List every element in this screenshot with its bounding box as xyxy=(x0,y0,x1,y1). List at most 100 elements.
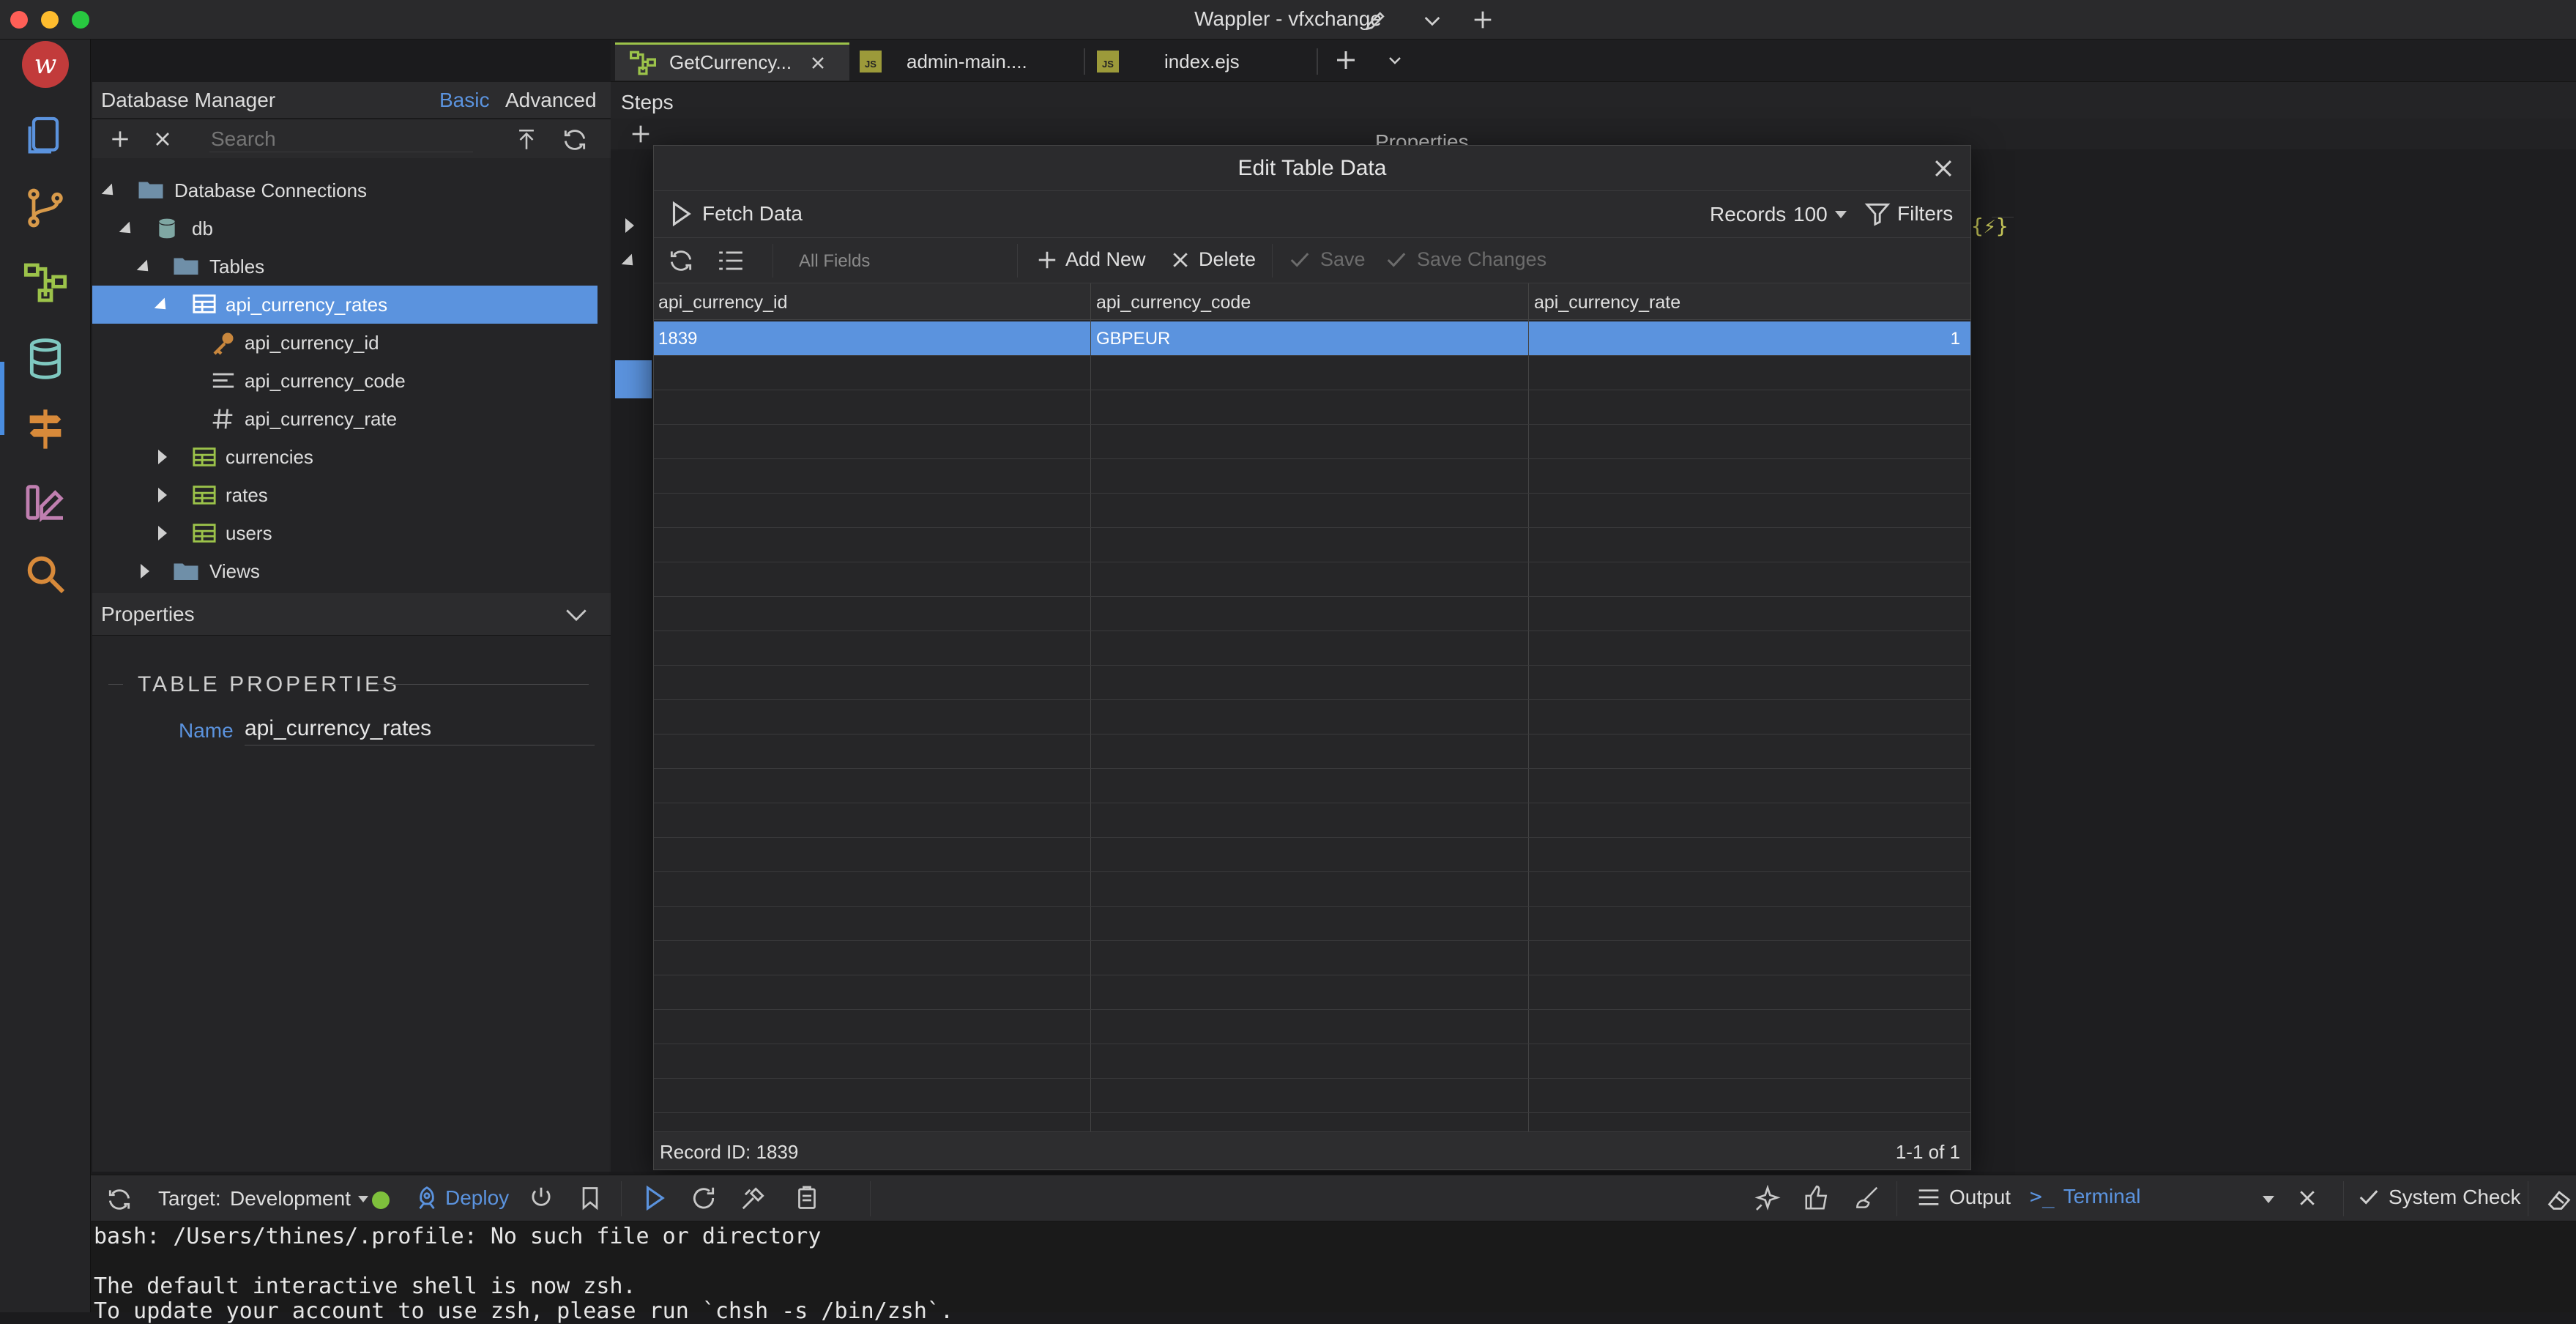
output-tab[interactable]: Output xyxy=(1917,1186,2011,1209)
js-file-icon: JS xyxy=(1097,51,1119,72)
add-new-button[interactable]: Add New xyxy=(1036,248,1146,271)
tree-item-field-id[interactable]: api_currency_id xyxy=(92,324,598,362)
restart-icon[interactable] xyxy=(690,1184,718,1212)
expanded-arrow-icon[interactable] xyxy=(154,297,171,315)
tree-item-currencies[interactable]: currencies xyxy=(92,438,598,476)
close-tab-icon[interactable] xyxy=(809,54,827,72)
target-select[interactable]: Development xyxy=(230,1187,368,1210)
tree-item-field-code[interactable]: api_currency_code xyxy=(92,362,598,400)
ai-sparkle-icon[interactable] xyxy=(1753,1184,1782,1213)
menu-lines-icon xyxy=(1918,1189,1939,1205)
wappler-logo-icon[interactable]: w xyxy=(22,41,69,88)
column-header[interactable]: api_currency_rate xyxy=(1534,292,1680,313)
routing-signpost-icon[interactable] xyxy=(22,406,69,453)
collapsed-arrow-icon[interactable] xyxy=(141,564,149,579)
brush-icon[interactable] xyxy=(1853,1184,1880,1212)
dialog-title: Edit Table Data xyxy=(1237,156,1387,180)
row-separator xyxy=(654,837,1970,838)
tab-getcurrency[interactable]: GetCurrency... xyxy=(615,42,849,81)
run-icon[interactable] xyxy=(641,1184,668,1212)
tree-item-rates[interactable]: rates xyxy=(92,476,598,514)
git-branch-icon[interactable] xyxy=(22,185,69,231)
terminal-tab[interactable]: >_ Terminal xyxy=(2030,1184,2141,1208)
records-select[interactable]: 100 xyxy=(1793,203,1847,226)
collapsed-arrow-icon[interactable] xyxy=(158,450,167,464)
tree-item-db[interactable]: db xyxy=(92,209,598,248)
tab-admin-main[interactable]: JS admin-main.... xyxy=(860,42,1079,81)
refresh-target-icon[interactable] xyxy=(105,1186,133,1213)
server-connect-icon[interactable] xyxy=(22,259,69,306)
save-button[interactable]: Save xyxy=(1288,248,1366,271)
design-tools-icon[interactable] xyxy=(22,479,69,526)
chevron-down-icon[interactable] xyxy=(564,603,589,625)
table-row[interactable]: 1839 GBPEUR 1 xyxy=(654,321,1970,355)
expanded-arrow-icon[interactable] xyxy=(136,259,154,277)
refresh-grid-icon[interactable] xyxy=(667,247,695,275)
save-changes-button[interactable]: Save Changes xyxy=(1385,248,1546,271)
system-check-button[interactable]: System Check xyxy=(2358,1186,2521,1209)
properties-header[interactable]: Properties xyxy=(92,593,611,636)
collapsed-arrow-icon[interactable] xyxy=(625,218,634,233)
add-step-icon[interactable] xyxy=(628,122,653,146)
cell-code[interactable]: GBPEUR xyxy=(1096,329,1170,349)
tree-item-field-rate[interactable]: api_currency_rate xyxy=(92,400,598,438)
folder-open-icon xyxy=(173,255,199,277)
refresh-icon[interactable] xyxy=(561,126,589,154)
tab-index-ejs[interactable]: JS index.ejs xyxy=(1097,42,1317,81)
tab-list-chevron-icon[interactable] xyxy=(1385,51,1404,69)
expanded-arrow-icon[interactable] xyxy=(621,253,639,271)
flow-icon xyxy=(628,50,658,76)
grid-header-row: api_currency_id api_currency_code api_cu… xyxy=(654,283,1970,320)
cell-id[interactable]: 1839 xyxy=(658,329,697,349)
step-selection[interactable] xyxy=(615,360,652,398)
terminal-label: Terminal xyxy=(2063,1184,2141,1208)
eraser-icon[interactable] xyxy=(2545,1186,2573,1212)
toolbar-divider xyxy=(621,1181,622,1216)
clipboard-icon[interactable] xyxy=(794,1184,820,1212)
mode-advanced-tab[interactable]: Advanced xyxy=(505,89,597,112)
check-icon xyxy=(1290,252,1309,267)
column-header[interactable]: api_currency_code xyxy=(1096,292,1251,313)
thumbs-up-icon[interactable] xyxy=(1803,1184,1831,1212)
tree-item-views[interactable]: Views xyxy=(92,552,598,590)
tree-item-users[interactable]: users xyxy=(92,514,598,552)
primary-key-icon xyxy=(209,330,237,356)
mode-basic-tab[interactable]: Basic xyxy=(439,89,489,112)
expanded-arrow-icon[interactable] xyxy=(101,183,119,201)
tree-item-selected-table[interactable]: api_currency_rates xyxy=(92,286,598,324)
column-header[interactable]: api_currency_id xyxy=(658,292,788,313)
tree-item-database-connections[interactable]: Database Connections xyxy=(92,171,598,209)
expanded-arrow-icon[interactable] xyxy=(119,221,136,239)
remove-connection-icon[interactable] xyxy=(151,127,174,151)
close-dialog-icon[interactable] xyxy=(1931,156,1956,181)
edit-title-icon[interactable] xyxy=(1363,8,1388,33)
search-input[interactable] xyxy=(209,126,473,152)
add-window-icon[interactable] xyxy=(1470,7,1495,32)
build-tools-icon[interactable] xyxy=(740,1184,767,1212)
files-icon[interactable] xyxy=(22,113,69,160)
add-connection-icon[interactable] xyxy=(108,127,132,151)
collapse-all-icon[interactable] xyxy=(514,127,539,152)
database-icon[interactable] xyxy=(22,335,69,382)
close-terminal-icon[interactable] xyxy=(2296,1187,2318,1209)
tree-item-tables[interactable]: Tables xyxy=(92,248,598,286)
collapsed-arrow-icon[interactable] xyxy=(158,526,167,540)
column-list-icon[interactable] xyxy=(717,248,745,273)
search-icon[interactable] xyxy=(22,551,69,598)
terminal-dropdown-caret-icon[interactable] xyxy=(2263,1196,2274,1203)
fetch-data-button[interactable]: Fetch Data xyxy=(669,200,803,228)
chevron-down-icon[interactable] xyxy=(1421,9,1444,32)
terminal-output[interactable]: bash: /Users/thines/.profile: No such fi… xyxy=(91,1221,2576,1324)
filters-button[interactable]: Filters xyxy=(1864,200,1953,228)
power-icon[interactable] xyxy=(527,1184,555,1212)
name-field[interactable]: api_currency_rates xyxy=(245,716,595,745)
delete-button[interactable]: Delete xyxy=(1169,248,1256,271)
js-file-icon: JS xyxy=(860,51,882,72)
cell-rate[interactable]: 1 xyxy=(1951,329,1960,349)
new-tab-icon[interactable] xyxy=(1333,47,1359,73)
column-divider xyxy=(1090,283,1091,1131)
collapsed-arrow-icon[interactable] xyxy=(158,488,167,502)
field-search-input[interactable]: All Fields xyxy=(781,242,935,279)
deploy-button[interactable]: Deploy xyxy=(413,1184,509,1212)
bookmark-icon[interactable] xyxy=(577,1184,603,1212)
